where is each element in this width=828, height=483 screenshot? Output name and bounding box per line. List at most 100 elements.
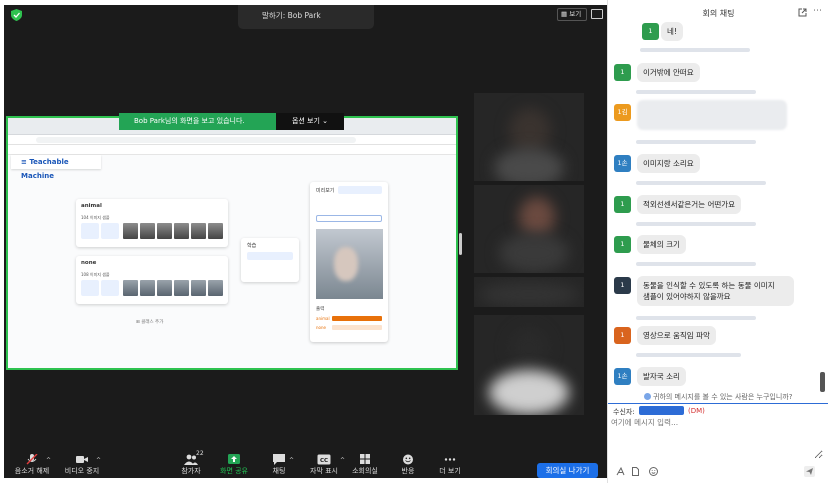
recipient-label: 수신자: <box>613 408 635 416</box>
video-icon <box>76 456 88 463</box>
webcam-preview <box>316 229 383 299</box>
chat-more-icon[interactable]: ⋯ <box>813 6 822 16</box>
toolbar-share-screen-button[interactable]: 화면 공유 <box>217 454 251 476</box>
chat-message: 동물을 인식할 수 있도록 하는 동물 이미지 샘플이 있어야하지 않을까요 <box>637 276 794 306</box>
chat-message: 이미지랑 소리요 <box>637 154 700 173</box>
train-model-button <box>247 252 293 260</box>
sender-avatar: 1 <box>614 196 631 213</box>
redacted-sender <box>636 262 756 266</box>
toolbar-participants-button[interactable]: 참가자 <box>174 454 208 476</box>
chat-title: 회의 채팅 <box>702 9 735 18</box>
upload-button <box>101 223 119 239</box>
chevron-down-icon: ⌄ <box>319 117 329 125</box>
output-label: 출력 <box>316 307 325 312</box>
class-name: none <box>81 260 97 266</box>
send-icon[interactable] <box>804 466 815 477</box>
redacted-sender <box>636 316 756 320</box>
sender-avatar: 1김 <box>614 104 631 121</box>
share-banner-text: Bob Park님의 화면을 보고 있습니다. <box>134 117 245 125</box>
sender-avatar: 1 <box>642 23 659 40</box>
captions-options-chevron-icon[interactable]: ^ <box>340 457 345 464</box>
redacted-sender <box>640 48 750 52</box>
participant-video-tile[interactable] <box>474 93 584 181</box>
view-options-button[interactable]: 옵션 보기 ⌄ <box>276 113 344 130</box>
chat-icon <box>273 454 285 465</box>
sender-avatar: 1손 <box>614 155 631 172</box>
class-card-none: none 108 이미지 샘플 <box>76 256 228 304</box>
redacted-sender <box>636 90 756 94</box>
train-label: 학습 <box>247 243 257 249</box>
toolbar-captions-button[interactable]: CC 자막 표시 <box>306 454 342 476</box>
train-card: 학습 <box>241 238 299 282</box>
share-screen-icon <box>228 454 240 464</box>
redacted-sender <box>636 181 766 185</box>
toolbar-reactions-button[interactable]: 반응 <box>396 454 420 476</box>
view-button-label: 보기 <box>569 10 582 18</box>
chat-message: 발자국 소리 <box>637 367 686 386</box>
teachable-machine-header: ≡ Teachable Machine <box>11 155 101 180</box>
participant-video-tile[interactable] <box>474 185 584 273</box>
sender-avatar: 1 <box>614 64 631 81</box>
who-can-see-link[interactable]: 귀하의 메시지를 볼 수 있는 사람은 누구입니까? <box>644 392 792 402</box>
screen-share-banner: Bob Park님의 화면을 보고 있습니다. 옵션 보기 ⌄ <box>119 113 344 130</box>
leave-meeting-button[interactable]: 회의실 나가기 <box>537 463 598 478</box>
format-text-icon[interactable] <box>616 467 625 476</box>
file-icon[interactable] <box>631 467 640 476</box>
preview-card: 미리보기 출력 animal none <box>310 182 388 342</box>
split-view-handle[interactable] <box>459 233 462 255</box>
output-class-none: none <box>316 325 326 330</box>
chat-message: 네! <box>661 22 683 41</box>
browser-address-bar <box>8 135 456 145</box>
webcam-button <box>81 223 99 239</box>
upload-button <box>101 280 119 296</box>
view-button[interactable]: ▦ 보기 <box>557 8 587 21</box>
security-shield-icon[interactable] <box>11 9 22 21</box>
sender-avatar: 1 <box>614 327 631 344</box>
export-model-button <box>338 186 382 194</box>
webcam-button <box>81 280 99 296</box>
sender-avatar: 1 <box>614 236 631 253</box>
chat-scrollbar[interactable] <box>820 372 825 392</box>
view-options-label: 옵션 보기 <box>291 117 320 125</box>
shared-screen: ≡ Teachable Machine animal 104 이미지 샘플 no… <box>6 116 458 370</box>
chat-message: 적외선센서같은거는 어떤가요 <box>637 195 742 214</box>
browser-bookmarks-bar <box>8 145 456 155</box>
add-class-link: ⊞ 클래스 추가 <box>136 320 164 325</box>
sender-avatar: 1 <box>614 277 631 294</box>
output-class-animal: animal <box>316 316 330 321</box>
cc-icon: CC <box>317 454 331 465</box>
chat-composer: 수신자: (DM) <box>608 403 828 483</box>
toolbar-more-button[interactable]: 더 보기 <box>434 454 466 476</box>
redacted-sender <box>636 353 741 357</box>
output-bar-none <box>332 325 382 330</box>
redacted-sender <box>636 140 756 144</box>
emoji-icon[interactable] <box>649 467 658 476</box>
people-icon <box>644 393 651 400</box>
meeting-toolbar: 음소거 해제 ^ 비디오 중지 ^ 참가자 22 화면 공유 채팅 ^ CC 자… <box>4 448 607 478</box>
app-title: Teachable Machine <box>21 158 69 180</box>
popout-icon[interactable] <box>798 8 807 17</box>
participant-count-badge: 22 <box>196 450 204 457</box>
mic-muted-icon <box>26 454 38 465</box>
reaction-icon <box>403 454 413 465</box>
sender-avatar: 1손 <box>614 368 631 385</box>
audio-options-chevron-icon[interactable]: ^ <box>46 457 51 464</box>
chat-message: 이거밖에 안떠요 <box>637 63 700 82</box>
toolbar-breakout-button[interactable]: 소회의실 <box>346 454 384 476</box>
class-sample-count: 104 이미지 샘플 <box>81 215 110 220</box>
chat-panel: 회의 채팅 ⋯ 1 네! 1 이거밖에 안떠요 1김 1손 이미지랑 소리요 1… <box>607 0 828 483</box>
recipient-selector[interactable] <box>639 406 684 415</box>
video-options-chevron-icon[interactable]: ^ <box>96 457 101 464</box>
svg-text:CC: CC <box>320 458 328 464</box>
class-card-animal: animal 104 이미지 샘플 <box>76 199 228 247</box>
participant-video-tile[interactable] <box>474 315 584 415</box>
dm-tag: (DM) <box>688 407 705 415</box>
more-icon <box>444 458 456 461</box>
chat-options-chevron-icon[interactable]: ^ <box>289 457 294 464</box>
participant-video-tile[interactable] <box>474 277 584 307</box>
output-bar-animal <box>332 316 382 321</box>
class-name: animal <box>81 203 102 209</box>
fullscreen-icon[interactable] <box>591 9 603 19</box>
chat-message-input[interactable] <box>611 417 823 459</box>
chat-message: 영상으로 움직임 파악 <box>637 326 716 345</box>
